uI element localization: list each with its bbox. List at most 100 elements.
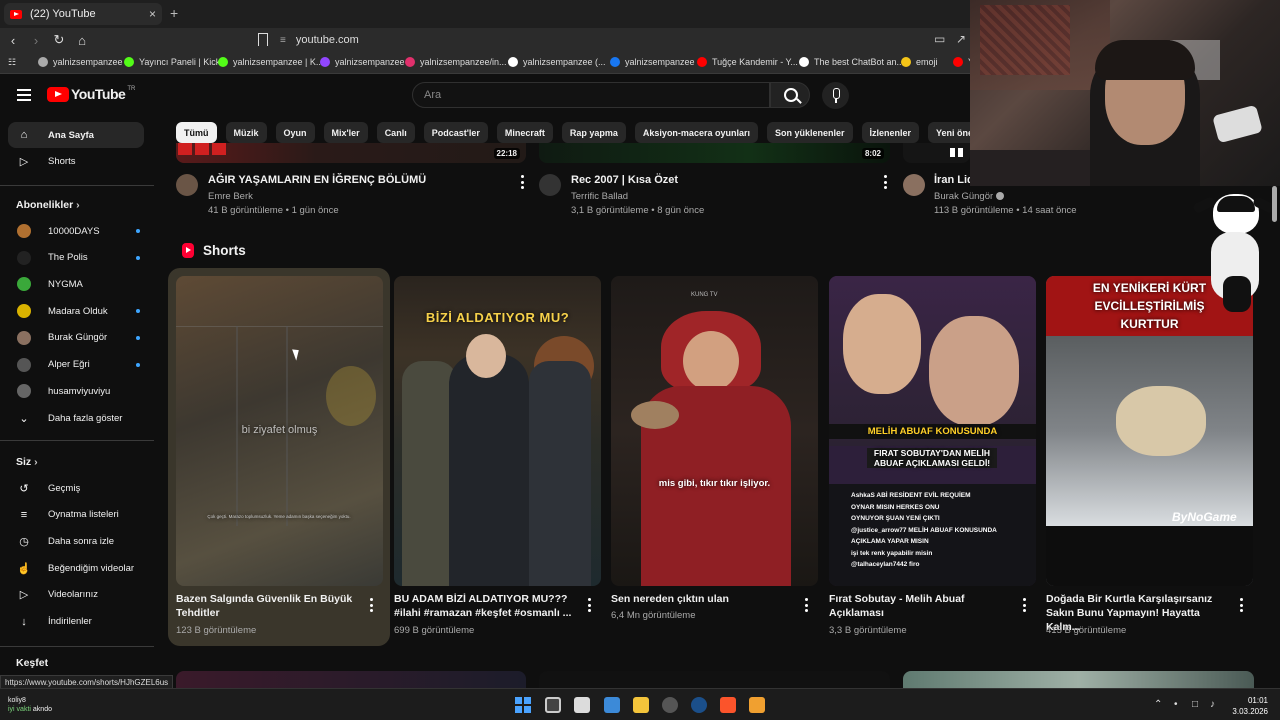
- sidebar-channel[interactable]: husamviyuviyu: [8, 378, 144, 404]
- short-title[interactable]: Fırat Sobutay - Melih Abuaf Açıklaması: [829, 592, 1015, 620]
- forward-icon[interactable]: ›: [26, 33, 46, 48]
- sidebar-channel[interactable]: Burak Güngör: [8, 325, 144, 351]
- show-more-button[interactable]: ⌄ Daha fazla göster: [8, 405, 144, 431]
- video-channel[interactable]: Emre Berk: [208, 191, 253, 202]
- sidebar-item-shorts[interactable]: ▷ Shorts: [8, 148, 144, 174]
- share-icon[interactable]: ↗: [956, 32, 966, 46]
- steam-icon[interactable]: [691, 697, 707, 713]
- filter-chip[interactable]: Podcast'ler: [423, 122, 488, 143]
- clock[interactable]: 01:01 3.03.2026: [1232, 695, 1268, 717]
- short-title[interactable]: BU ADAM BİZİ ALDATIYOR MU??? #ilahi #ram…: [394, 592, 580, 620]
- voice-search-button[interactable]: [822, 82, 849, 109]
- reload-icon[interactable]: ↻: [49, 32, 69, 48]
- filter-chip[interactable]: Tümü: [176, 122, 217, 143]
- video-thumbnail[interactable]: [903, 671, 1254, 688]
- video-thumbnail[interactable]: [539, 671, 890, 688]
- bookmark-item[interactable]: yalnizsempanzee | K...: [218, 57, 323, 67]
- cast-icon[interactable]: ▭: [934, 32, 945, 46]
- filter-chip[interactable]: İzlenenler: [861, 122, 920, 143]
- home-icon[interactable]: ⌂: [72, 33, 92, 48]
- filter-chip[interactable]: Aksiyon-macera oyunları: [634, 122, 758, 143]
- more-options-icon[interactable]: [1236, 598, 1246, 612]
- bookmark-item[interactable]: yalnizsempanzee: [320, 57, 405, 67]
- sidebar-item-home[interactable]: ⌂ Ana Sayfa: [8, 122, 144, 148]
- video-thumbnail[interactable]: 8:02: [539, 143, 890, 163]
- more-options-icon[interactable]: [517, 175, 527, 189]
- network-icon[interactable]: □: [1192, 699, 1198, 710]
- sidebar-channel[interactable]: Alper Eğri: [8, 352, 144, 378]
- filter-chip[interactable]: Minecraft: [496, 122, 553, 143]
- filter-chip[interactable]: Mix'ler: [323, 122, 368, 143]
- video-thumbnail[interactable]: 22:18: [176, 143, 526, 163]
- bookmark-item[interactable]: yalnizsempanzee/in...: [405, 57, 507, 67]
- video-channel[interactable]: Burak Güngör: [934, 191, 1004, 202]
- sidebar-item-clock[interactable]: ◷ Daha sonra izle: [8, 528, 144, 554]
- avatar[interactable]: [176, 174, 198, 196]
- short-thumbnail[interactable]: MELİH ABUAF KONUSUNDA FIRAT SOBUTAY'DAN …: [829, 276, 1036, 586]
- avatar[interactable]: [539, 174, 561, 196]
- sidebar-item-like[interactable]: ☝ Beğendiğim videolar: [8, 555, 144, 581]
- microphone-icon[interactable]: •: [1174, 699, 1178, 710]
- obs-icon[interactable]: [662, 697, 678, 713]
- filter-chip[interactable]: Son yüklenenler: [766, 122, 853, 143]
- video-title[interactable]: Rec 2007 | Kısa Özet: [571, 174, 678, 186]
- url-field[interactable]: ≡ youtube.com: [280, 31, 980, 49]
- page-scrollbar[interactable]: [1272, 186, 1277, 222]
- more-options-icon[interactable]: [584, 598, 594, 612]
- short-title[interactable]: Sen nereden çıktın ulan: [611, 592, 797, 606]
- youtube-logo[interactable]: YouTube TR: [47, 86, 135, 102]
- bookmark-item[interactable]: yalnizsempanzee: [610, 57, 695, 67]
- sidebar-item-video[interactable]: ▷ Videolarınız: [8, 582, 144, 608]
- short-thumbnail[interactable]: EN YENİKERİ KÜRT EVCİLLEŞTİRİLMİŞ KURTTU…: [1046, 276, 1253, 586]
- snipping-tool-icon[interactable]: [574, 697, 590, 713]
- menu-icon[interactable]: [17, 89, 31, 101]
- bookmark-icon[interactable]: [258, 33, 268, 46]
- bookmark-item[interactable]: Tuğçe Kandemir - Y...: [697, 57, 798, 67]
- sidebar-channel[interactable]: NYGMA: [8, 271, 144, 297]
- short-title[interactable]: Bazen Salgında Güvenlik En Büyük Tehditl…: [176, 592, 362, 620]
- apps-icon[interactable]: ☷: [8, 57, 16, 68]
- browser-tab[interactable]: (22) YouTube ×: [4, 3, 162, 25]
- video-thumbnail[interactable]: [903, 143, 970, 163]
- sidebar-channel[interactable]: The Polis: [8, 245, 144, 271]
- task-view-icon[interactable]: [545, 697, 561, 713]
- store-icon[interactable]: [604, 697, 620, 713]
- sidebar-item-history[interactable]: ↺ Geçmiş: [8, 475, 144, 501]
- bookmark-item[interactable]: yalnizsempanzee (...: [508, 57, 606, 67]
- sidebar-item-download[interactable]: ↓ İndirilenler: [8, 609, 144, 635]
- avatar[interactable]: [903, 174, 925, 196]
- search-button[interactable]: [770, 82, 810, 108]
- you-heading[interactable]: Siz ›: [16, 456, 38, 468]
- subscriptions-heading[interactable]: Abonelikler ›: [16, 199, 80, 211]
- new-tab-button[interactable]: +: [170, 5, 178, 21]
- short-thumbnail[interactable]: bi ziyafet olmuş Çok geçti. Marazo toplu…: [176, 276, 383, 586]
- tray-chevron-icon[interactable]: ⌃: [1154, 699, 1162, 710]
- sidebar-channel[interactable]: 10000DAYS: [8, 218, 144, 244]
- filter-chip[interactable]: Canlı: [376, 122, 415, 143]
- brave-icon[interactable]: [720, 697, 736, 713]
- filter-chip[interactable]: Rap yapma: [561, 122, 626, 143]
- video-thumbnail[interactable]: [176, 671, 526, 688]
- more-options-icon[interactable]: [801, 598, 811, 612]
- sidebar-item-playlist[interactable]: ≡ Oynatma listeleri: [8, 502, 144, 528]
- bookmark-item[interactable]: The best ChatBot an...: [799, 57, 904, 67]
- short-thumbnail[interactable]: KUNG TV mis gibi, tıkır tıkır işliyor.: [611, 276, 818, 586]
- start-icon[interactable]: [515, 697, 531, 713]
- sidebar-channel[interactable]: Madara Olduk: [8, 298, 144, 324]
- back-icon[interactable]: ‹: [3, 33, 23, 48]
- file-explorer-icon[interactable]: [633, 697, 649, 713]
- video-title[interactable]: AĞIR YAŞAMLARIN EN İĞRENÇ BÖLÜMÜ: [208, 174, 426, 186]
- bookmark-item[interactable]: yalnizsempanzee: [38, 57, 123, 67]
- weather-widget[interactable]: koliy8 iyi vakti akndo: [8, 696, 52, 714]
- filter-chip[interactable]: Oyun: [275, 122, 315, 143]
- more-options-icon[interactable]: [366, 598, 376, 612]
- close-tab-icon[interactable]: ×: [149, 7, 156, 21]
- short-thumbnail[interactable]: BİZİ ALDATIYOR MU?: [394, 276, 601, 586]
- filter-chip[interactable]: Müzik: [225, 122, 267, 143]
- search-input[interactable]: Ara: [412, 82, 770, 108]
- site-info-icon[interactable]: ≡: [280, 35, 286, 46]
- volume-icon[interactable]: ♪: [1210, 699, 1215, 710]
- bookmark-item[interactable]: Yayıncı Paneli | Kick: [124, 57, 220, 67]
- bookmark-item[interactable]: emoji: [901, 57, 938, 67]
- video-title[interactable]: İran Lid: [934, 174, 974, 186]
